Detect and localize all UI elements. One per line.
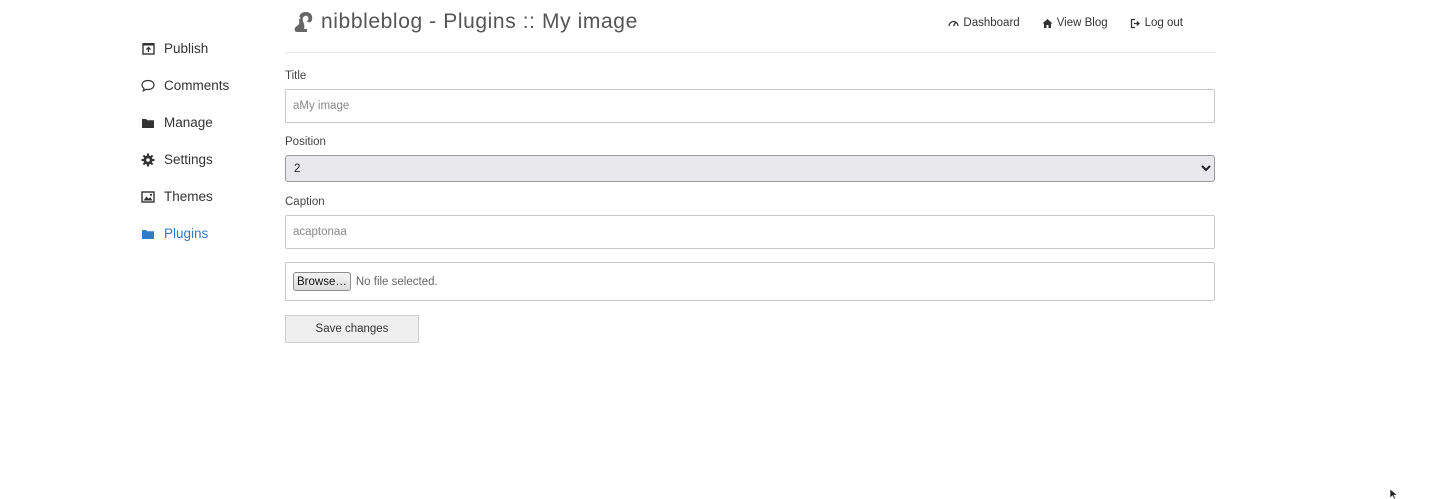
logout-link[interactable]: Log out: [1130, 17, 1183, 29]
sidebar-item-plugins[interactable]: Plugins: [141, 215, 271, 252]
gear-icon: [141, 153, 155, 167]
caption-input[interactable]: [285, 215, 1215, 249]
sidebar-item-manage[interactable]: Manage: [141, 104, 271, 141]
publish-icon: [141, 42, 155, 56]
sidebar-item-label: Manage: [164, 115, 213, 130]
folder-icon: [141, 116, 155, 130]
sidebar-item-label: Themes: [164, 189, 213, 204]
comment-icon: [141, 79, 155, 93]
view-blog-link-label: View Blog: [1056, 17, 1108, 29]
sidebar: Publish Comments Manage Settings Themes …: [141, 30, 271, 252]
file-status: No file selected.: [355, 275, 438, 288]
mouse-cursor-icon: [1389, 489, 1399, 499]
sidebar-item-label: Comments: [164, 78, 230, 93]
sidebar-item-label: Publish: [164, 41, 209, 56]
squirrel-logo-icon: [292, 10, 314, 34]
title-label: Title: [285, 70, 307, 82]
image-file-input: Browse… No file selected.: [285, 262, 1215, 301]
top-navigation: Dashboard View Blog Log out: [948, 17, 1183, 29]
sign-out-icon: [1130, 18, 1141, 29]
browse-button[interactable]: Browse…: [293, 272, 351, 291]
home-icon: [1042, 18, 1053, 29]
page-header: nibbleblog - Plugins :: My image Dashboa…: [285, 0, 1215, 53]
dashboard-icon: [948, 18, 960, 29]
dashboard-link-label: Dashboard: [963, 17, 1020, 29]
position-label: Position: [285, 136, 326, 148]
plugin-settings-form: Title Position 2 Caption Browse… No file…: [285, 70, 1215, 343]
sidebar-item-label: Settings: [164, 152, 213, 167]
sidebar-item-settings[interactable]: Settings: [141, 141, 271, 178]
position-select[interactable]: 2: [285, 155, 1215, 182]
image-icon: [141, 190, 155, 204]
sidebar-item-label: Plugins: [164, 226, 209, 241]
view-blog-link[interactable]: View Blog: [1042, 17, 1108, 29]
title-input[interactable]: [285, 89, 1215, 123]
brand: nibbleblog - Plugins :: My image: [292, 10, 638, 34]
sidebar-item-comments[interactable]: Comments: [141, 67, 271, 104]
dashboard-link[interactable]: Dashboard: [948, 17, 1020, 29]
page-title: nibbleblog - Plugins :: My image: [321, 10, 638, 33]
logout-link-label: Log out: [1144, 17, 1183, 29]
caption-label: Caption: [285, 196, 325, 208]
save-changes-button[interactable]: Save changes: [285, 315, 419, 343]
sidebar-item-themes[interactable]: Themes: [141, 178, 271, 215]
folder-icon: [141, 227, 155, 241]
sidebar-item-publish[interactable]: Publish: [141, 30, 271, 67]
